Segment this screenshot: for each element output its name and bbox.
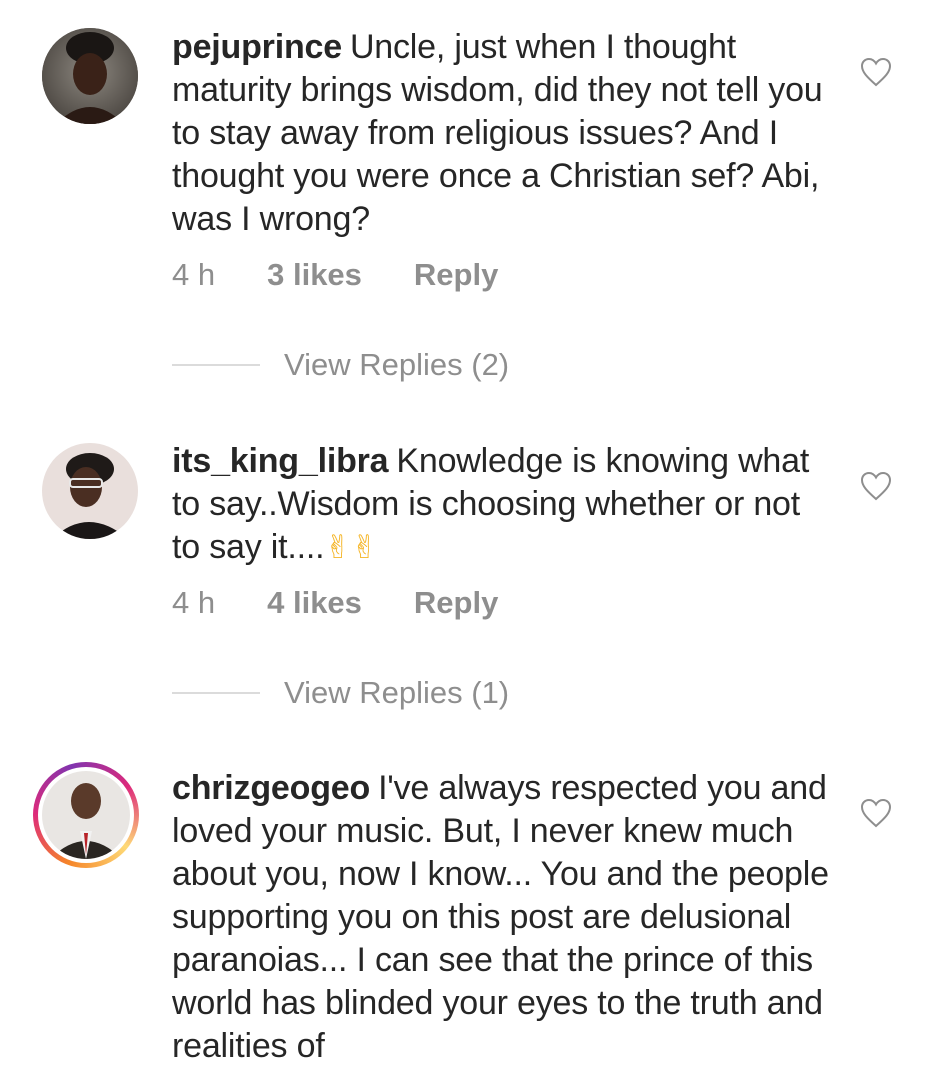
comment-username[interactable]: pejuprince xyxy=(172,28,342,66)
comment-username[interactable]: chrizgeogeo xyxy=(172,769,370,807)
comment-body: chrizgeogeo I've always respected you and… xyxy=(172,767,832,1068)
divider-line xyxy=(172,364,260,366)
victory-hand-icon: ✌✌ xyxy=(324,529,378,565)
heart-outline-icon[interactable] xyxy=(860,798,892,828)
avatar xyxy=(42,771,130,859)
divider-line xyxy=(172,692,260,694)
comment-username[interactable]: its_king_libra xyxy=(172,442,389,480)
comment-body: its_king_libra Knowledge is knowing what … xyxy=(172,440,832,569)
comment-text: I've always respected you and loved your… xyxy=(172,769,829,1065)
view-replies-button[interactable]: View Replies (2) xyxy=(172,347,509,383)
view-replies-label: View Replies (2) xyxy=(284,347,510,382)
avatar[interactable] xyxy=(42,28,138,124)
heart-outline-icon[interactable] xyxy=(860,57,892,87)
reply-button[interactable]: Reply xyxy=(414,257,498,293)
heart-outline-icon[interactable] xyxy=(860,471,892,501)
comment-meta: 4 h 3 likes Reply xyxy=(172,257,498,293)
comment-time: 4 h xyxy=(172,585,216,620)
story-ring[interactable] xyxy=(33,762,139,868)
avatar[interactable] xyxy=(42,443,138,539)
comment-likes[interactable]: 3 likes xyxy=(267,257,362,293)
comment-body: pejuprince Uncle, just when I thought mat… xyxy=(172,26,832,241)
comment-likes[interactable]: 4 likes xyxy=(267,585,362,621)
view-replies-label: View Replies (1) xyxy=(284,675,510,710)
comment-meta: 4 h 4 likes Reply xyxy=(172,585,498,621)
reply-button[interactable]: Reply xyxy=(414,585,498,621)
comment-time: 4 h xyxy=(172,257,216,292)
view-replies-button[interactable]: View Replies (1) xyxy=(172,675,509,711)
